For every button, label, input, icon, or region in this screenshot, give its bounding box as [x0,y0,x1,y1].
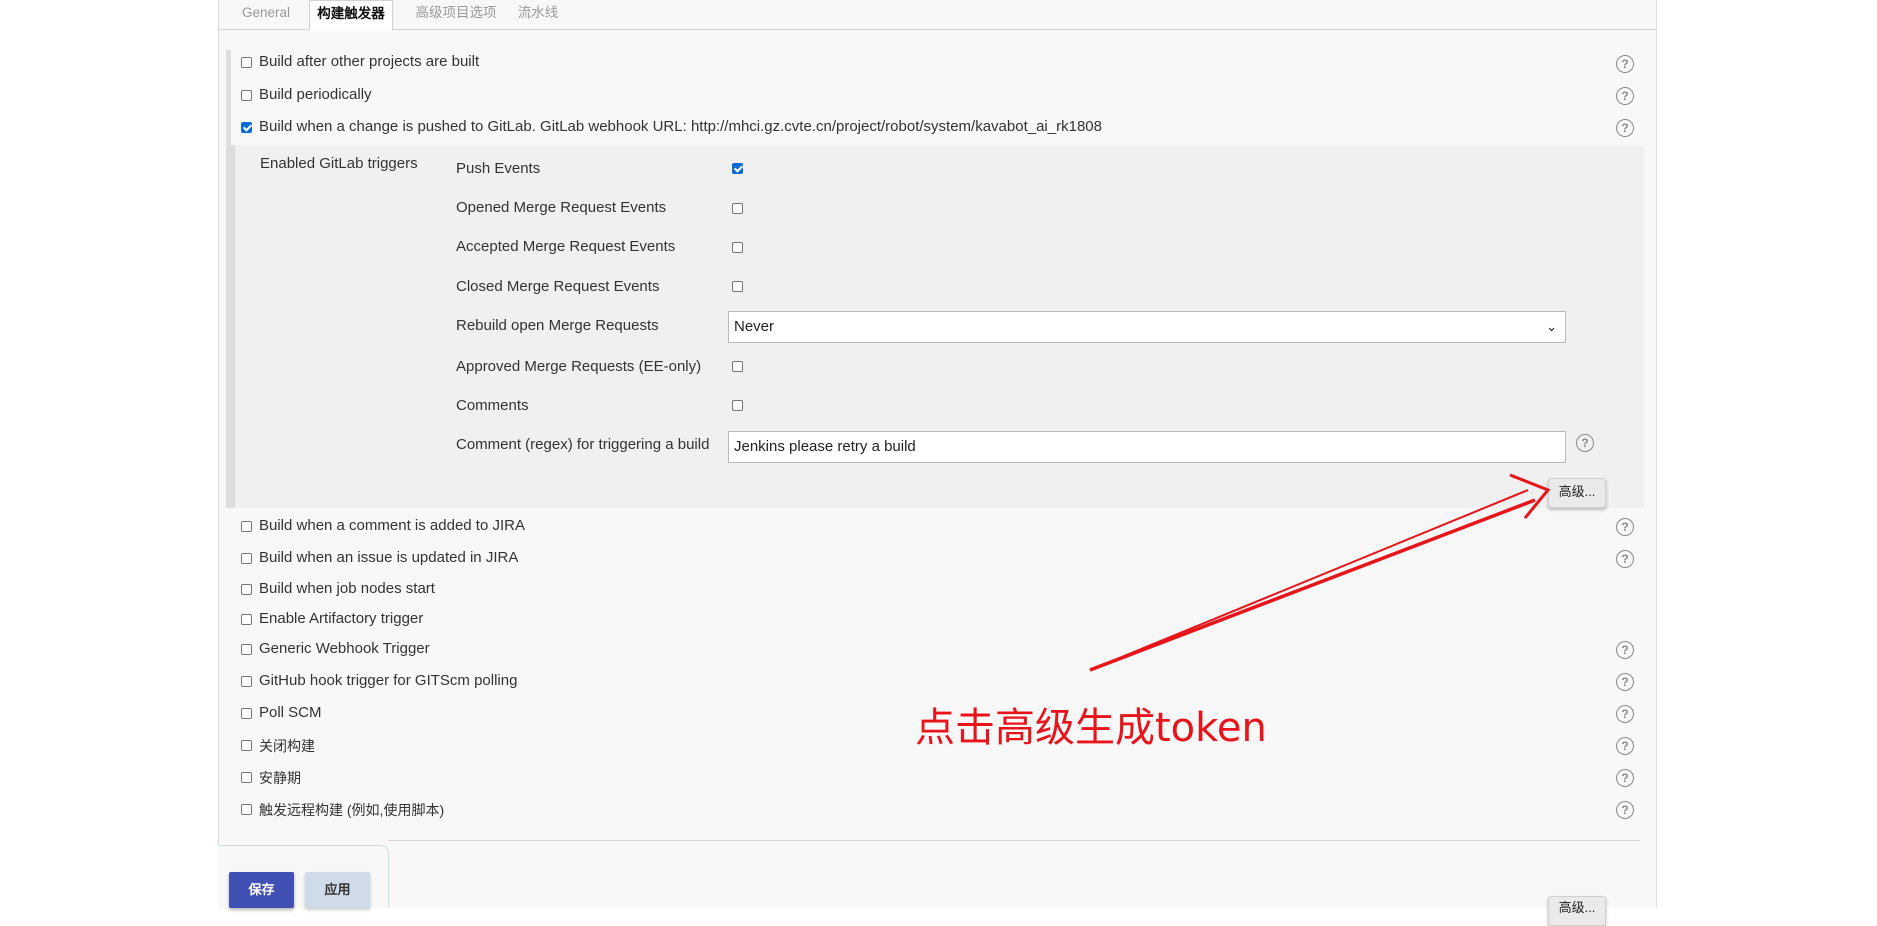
annotation-arrow-icon [1089,473,1551,672]
annotation-text: 点击高级生成token [915,705,1267,751]
